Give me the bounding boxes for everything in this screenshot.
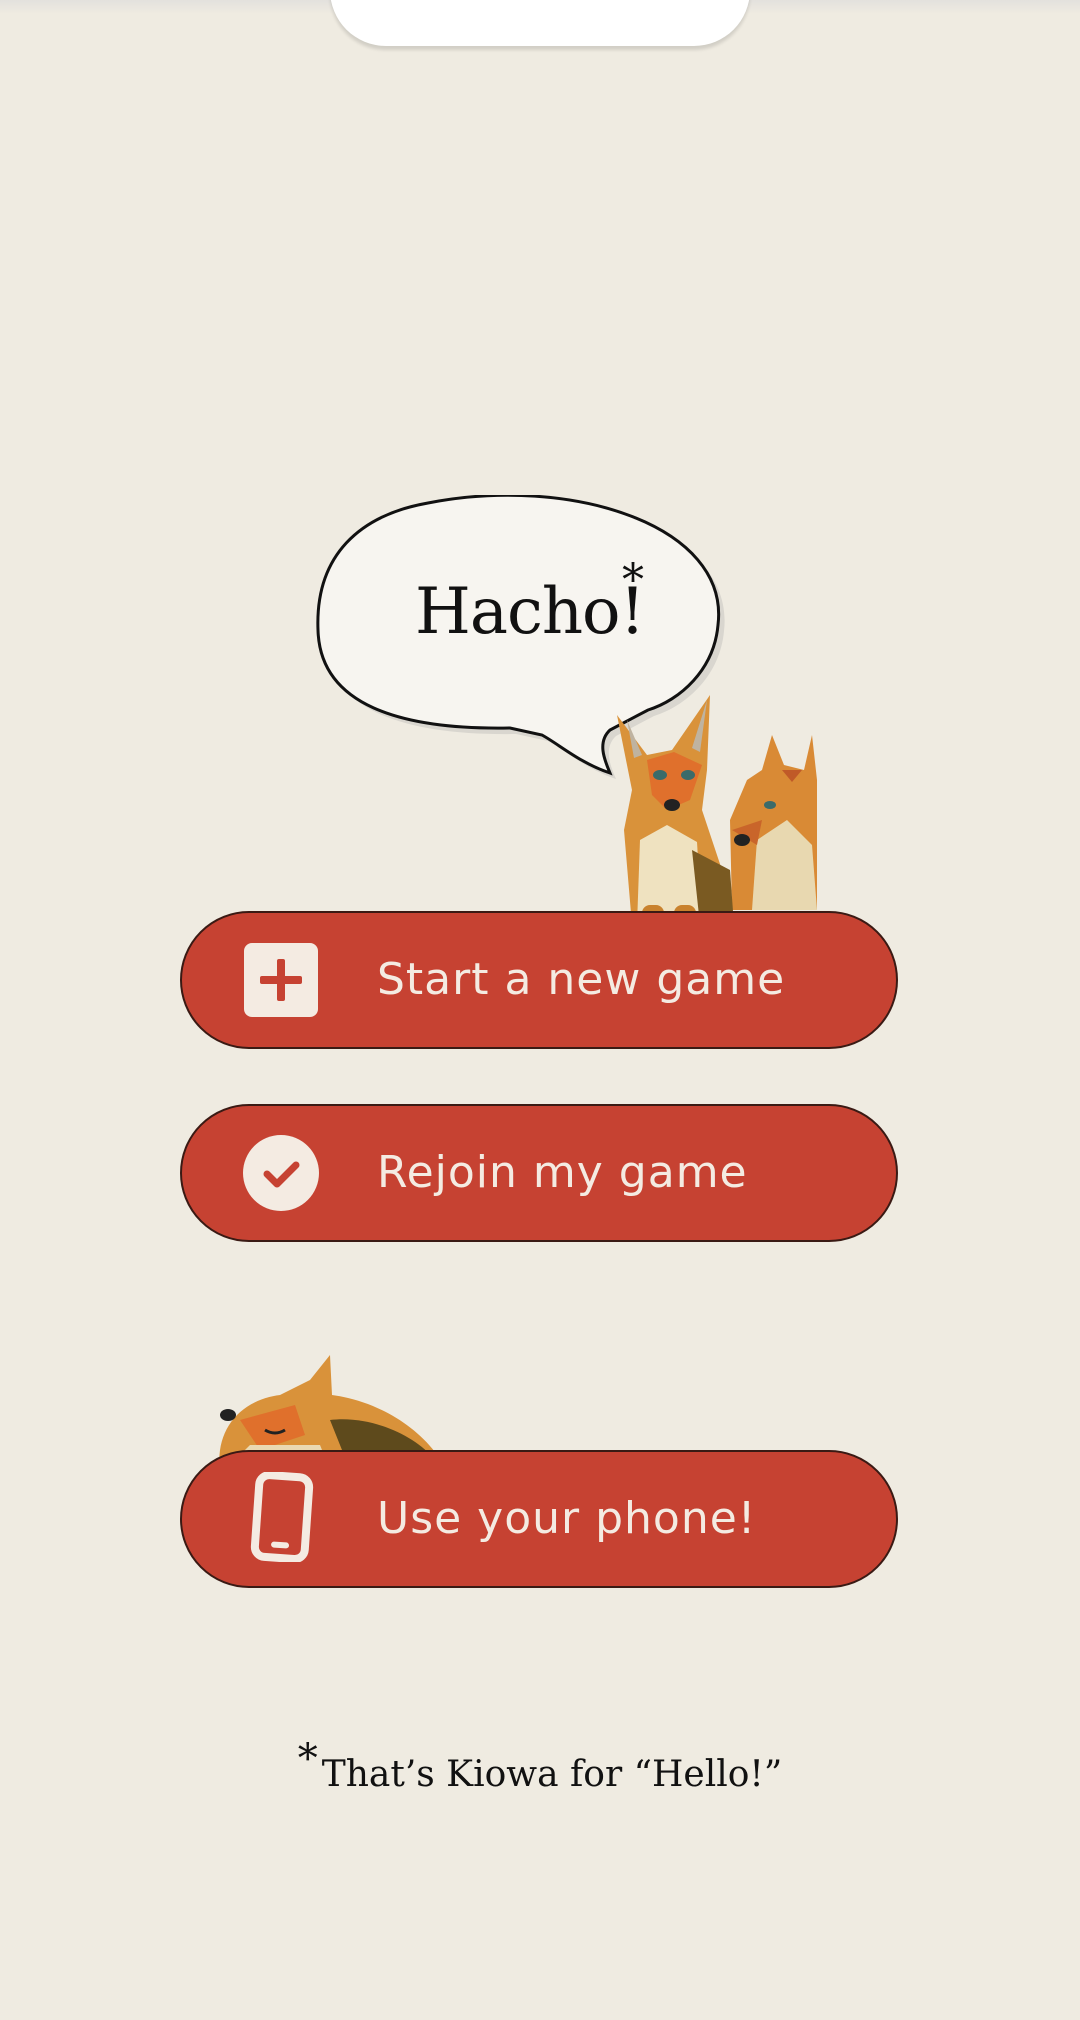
use-phone-label: Use your phone! (377, 1493, 757, 1544)
footnote-asterisk: * (297, 1736, 318, 1782)
greeting-text: Hacho! (415, 575, 645, 649)
small-fox-icon (730, 735, 817, 910)
fox-pups-illustration (617, 695, 817, 925)
start-new-game-button[interactable]: Start a new game (180, 911, 898, 1049)
check-circle-icon (243, 1135, 319, 1211)
device-notch (330, 0, 750, 46)
big-fox-icon (617, 695, 734, 925)
start-new-game-label: Start a new game (377, 954, 786, 1005)
rejoin-game-label: Rejoin my game (377, 1147, 748, 1198)
footnote-text: That’s Kiowa for “Hello!” (321, 1754, 783, 1795)
plus-square-icon (244, 943, 318, 1017)
rejoin-game-button[interactable]: Rejoin my game (180, 1104, 898, 1242)
phone-icon (250, 1472, 314, 1562)
footnote: * That’s Kiowa for “Hello!” (0, 1736, 1080, 1796)
greeting-asterisk: * (622, 555, 644, 606)
use-phone-button[interactable]: Use your phone! (180, 1450, 898, 1588)
